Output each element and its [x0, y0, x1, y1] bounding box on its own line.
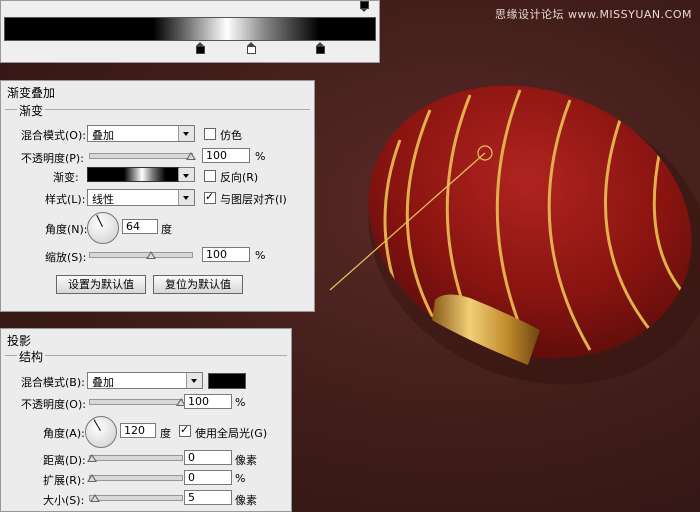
size-slider-thumb[interactable] — [90, 494, 100, 502]
align-with-layer-checkbox[interactable] — [204, 190, 216, 204]
align-with-layer-label: 与图层对齐(I) — [220, 193, 287, 206]
shadow-blend-mode-select[interactable]: 叠加 — [87, 372, 203, 389]
shadow-angle-unit: 度 — [160, 427, 171, 440]
blend-mode-label: 混合模式(O): — [21, 129, 86, 142]
color-stop-right[interactable] — [316, 42, 325, 54]
opacity-slider-thumb[interactable] — [186, 152, 196, 160]
shadow-blend-mode-value: 叠加 — [92, 376, 114, 389]
gradient-label: 渐变: — [53, 171, 79, 184]
distance-slider[interactable] — [87, 454, 183, 462]
color-stop-middle[interactable] — [247, 42, 256, 54]
shadow-opacity-input[interactable]: 100 — [184, 394, 232, 409]
opacity-stop[interactable] — [360, 1, 369, 12]
distance-slider-thumb[interactable] — [87, 454, 97, 462]
angle-dial-hand — [96, 214, 103, 227]
size-input[interactable]: 5 — [184, 490, 232, 505]
style-label: 样式(L): — [45, 193, 86, 206]
opacity-input[interactable]: 100 — [202, 148, 250, 163]
spread-unit: % — [235, 472, 246, 485]
angle-label: 角度(N): — [45, 223, 88, 236]
shadow-opacity-unit: % — [235, 396, 246, 409]
opacity-label: 不透明度(P): — [21, 152, 84, 165]
gradient-overlay-panel: 渐变叠加 渐变 混合模式(O): 叠加 仿色 不透明度(P): 100 % 渐变… — [0, 80, 315, 312]
distance-input[interactable]: 0 — [184, 450, 232, 465]
distance-unit: 像素 — [235, 454, 257, 467]
blend-mode-value: 叠加 — [92, 129, 114, 142]
reset-to-default-button[interactable]: 复位为默认值 — [153, 275, 243, 294]
scale-label: 缩放(S): — [45, 251, 87, 264]
shadow-blend-mode-label: 混合模式(B): — [21, 376, 85, 389]
global-light-label: 使用全局光(G) — [195, 427, 268, 440]
gradient-group-label: 渐变 — [17, 102, 46, 119]
angle-dial[interactable] — [87, 212, 119, 244]
dither-label: 仿色 — [220, 129, 242, 142]
spread-slider[interactable] — [87, 474, 183, 482]
structure-group-label: 结构 — [17, 348, 46, 365]
style-select[interactable]: 线性 — [87, 189, 195, 206]
style-value: 线性 — [92, 193, 114, 206]
dither-checkbox[interactable] — [204, 128, 216, 140]
scale-unit: % — [255, 249, 266, 262]
drop-shadow-panel: 投影 结构 混合模式(B): 叠加 不透明度(O): 100 % 角度(A): … — [0, 328, 292, 512]
gradient-dropdown[interactable] — [178, 167, 195, 182]
global-light-checkbox[interactable] — [179, 423, 191, 437]
shadow-color-swatch[interactable] — [208, 373, 246, 389]
spread-slider-thumb[interactable] — [87, 474, 97, 482]
chevron-down-icon — [178, 168, 194, 181]
gradient-bar[interactable] — [4, 17, 376, 41]
shadow-opacity-label: 不透明度(O): — [21, 398, 86, 411]
scale-input[interactable]: 100 — [202, 247, 250, 262]
opacity-unit: % — [255, 150, 266, 163]
spread-label: 扩展(R): — [43, 474, 85, 487]
shadow-opacity-slider[interactable] — [89, 398, 186, 406]
structure-group: 结构 — [5, 348, 287, 365]
size-unit: 像素 — [235, 494, 257, 507]
reverse-checkbox[interactable] — [204, 170, 216, 182]
spread-input[interactable]: 0 — [184, 470, 232, 485]
chevron-down-icon — [178, 126, 194, 141]
angle-unit: 度 — [161, 223, 172, 236]
shadow-angle-dial[interactable] — [85, 416, 117, 448]
distance-label: 距离(D): — [43, 454, 86, 467]
scale-slider-thumb[interactable] — [146, 251, 156, 259]
shadow-angle-label: 角度(A): — [43, 427, 85, 440]
color-stop-left[interactable] — [196, 42, 205, 54]
gradient-group: 渐变 — [5, 102, 310, 119]
shadow-angle-input[interactable]: 120 — [120, 423, 156, 438]
drop-shadow-title: 投影 — [7, 334, 32, 348]
make-default-button[interactable]: 设置为默认值 — [56, 275, 146, 294]
reverse-label: 反向(R) — [220, 171, 259, 184]
opacity-slider[interactable] — [89, 152, 196, 160]
gradient-preview[interactable] — [87, 167, 179, 182]
blend-mode-select[interactable]: 叠加 — [87, 125, 195, 142]
chevron-down-icon — [178, 190, 194, 205]
size-label: 大小(S): — [43, 494, 85, 507]
gradient-editor-panel — [0, 0, 380, 63]
chevron-down-icon — [186, 373, 202, 388]
shadow-angle-dial-hand — [93, 419, 101, 431]
gradient-overlay-title: 渐变叠加 — [7, 86, 56, 100]
size-slider[interactable] — [89, 494, 183, 502]
angle-input[interactable]: 64 — [122, 219, 158, 234]
scale-slider[interactable] — [89, 251, 193, 259]
